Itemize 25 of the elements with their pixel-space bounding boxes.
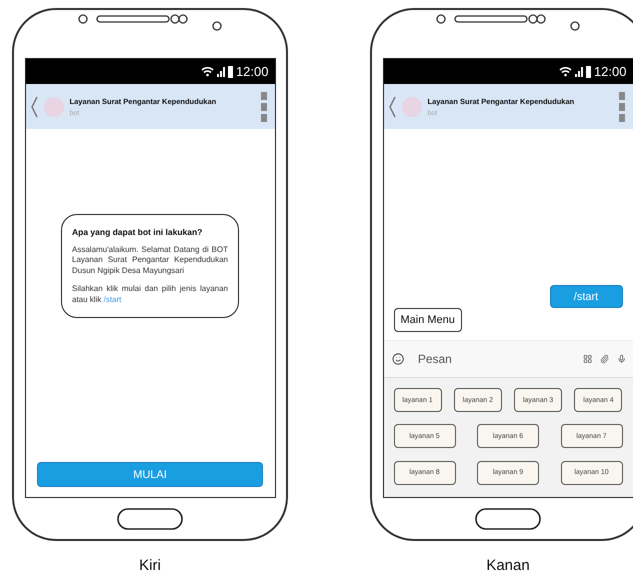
signal-icon (216, 66, 225, 77)
card-paragraph: Assalamu'alaikum. Selamat Datang di BOT Layanan Surat Pengantar Kependudukan Dusun Ngipik Desa Mayungsari (72, 245, 228, 276)
wifi-icon (200, 66, 214, 77)
main-menu-button[interactable]: Main Menu (394, 308, 462, 332)
status-time: 12:00 (594, 64, 626, 79)
card-title: Apa yang dapat bot ini lakukan? (72, 227, 204, 237)
sent-message: /start (550, 285, 622, 308)
battery-icon (228, 66, 233, 78)
camera-icon (570, 21, 580, 31)
camera-icon (212, 21, 222, 31)
battery-icon (586, 66, 591, 78)
phone-caption: Kanan (486, 557, 530, 574)
more-icon[interactable] (260, 92, 266, 122)
back-icon[interactable] (30, 96, 38, 118)
back-icon[interactable] (388, 96, 396, 118)
message-bar[interactable]: Pesan (384, 340, 632, 377)
home-button-icon[interactable] (117, 508, 183, 530)
phone-caption: Kiri (139, 557, 161, 574)
home-button-icon[interactable] (475, 508, 541, 530)
status-time: 12:00 (236, 64, 268, 79)
signal-icon (574, 66, 583, 77)
wifi-icon (558, 66, 572, 77)
card-paragraph: Silahkan klik mulai dan pilih jenis layanan atau klik /start (72, 284, 228, 305)
message-field[interactable]: Pesan (412, 351, 575, 367)
more-icon[interactable] (618, 92, 624, 122)
